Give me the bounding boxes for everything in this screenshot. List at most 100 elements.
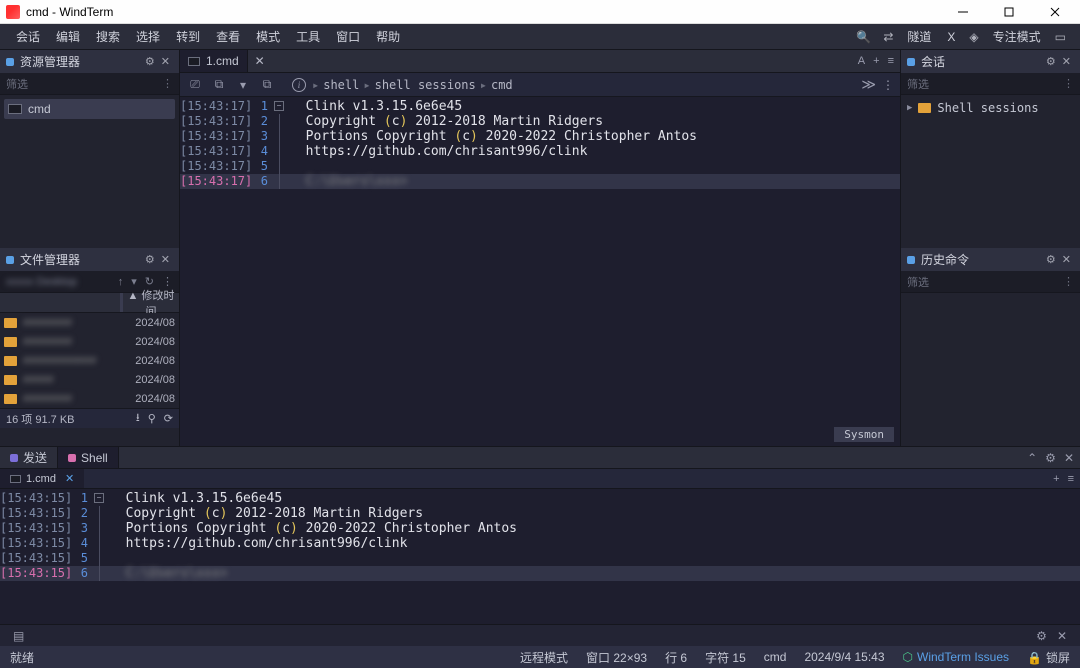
- menu-item[interactable]: 编辑: [48, 28, 88, 45]
- sync-icon[interactable]: ⟳: [164, 412, 173, 425]
- font-a-icon[interactable]: A: [858, 55, 865, 67]
- tab-cmd[interactable]: 1.cmd: [180, 50, 248, 72]
- close-button[interactable]: [1032, 1, 1078, 23]
- menu-icon[interactable]: ≡: [888, 55, 894, 67]
- terminal-icon: [188, 57, 200, 66]
- tab-send[interactable]: 发送: [0, 447, 58, 468]
- close-icon[interactable]: ✕: [158, 253, 173, 266]
- layout-icon[interactable]: ▭: [1049, 30, 1072, 44]
- duplicate-icon[interactable]: ⧉: [258, 77, 276, 92]
- search-icon[interactable]: 🔍: [850, 30, 877, 44]
- sessions-panel-header: 会话 ⚙ ✕: [901, 50, 1080, 73]
- close-icon[interactable]: ✕: [1064, 451, 1074, 465]
- menu-icon[interactable]: ≡: [1068, 473, 1074, 485]
- new-tab-icon[interactable]: ⧉: [210, 77, 228, 92]
- terminal-main[interactable]: [15:43:17]1− Clink v1.3.15.6e6e45[15:43:…: [180, 97, 900, 446]
- subtab-cmd[interactable]: 1.cmd ✕: [0, 469, 84, 488]
- more-icon[interactable]: ⋮: [1063, 77, 1074, 90]
- history-nav-icon[interactable]: ⎚: [186, 77, 204, 92]
- close-icon[interactable]: ✕: [158, 55, 173, 68]
- plug-icon: ⬡: [903, 650, 913, 664]
- sysmon-badge[interactable]: Sysmon: [834, 427, 894, 442]
- menu-item[interactable]: 模式: [248, 28, 288, 45]
- transfer-in-icon[interactable]: ⭳: [136, 409, 140, 428]
- tunnel-label[interactable]: 隧道: [899, 28, 939, 45]
- plus-icon[interactable]: +: [1053, 473, 1059, 485]
- menu-item[interactable]: 会话: [8, 28, 48, 45]
- terminal-line: [15:43:15]2 Copyright (c) 2012-2018 Mart…: [0, 506, 1080, 521]
- session-tree-item[interactable]: ▶ Shell sessions: [907, 99, 1074, 117]
- status-remote[interactable]: 远程模式: [520, 649, 568, 666]
- file-row[interactable]: ########2024/08: [0, 389, 179, 408]
- file-row[interactable]: ########2024/08: [0, 313, 179, 332]
- terminal-line: [15:43:15]5: [0, 551, 1080, 566]
- collapse-icon[interactable]: ⌃: [1027, 451, 1037, 465]
- menu-item[interactable]: 转到: [168, 28, 208, 45]
- more-icon[interactable]: ⋮: [162, 77, 173, 90]
- history-filter[interactable]: 筛选 ⋮: [901, 271, 1080, 293]
- breadcrumb[interactable]: ▸ shell ▸ shell sessions ▸ cmd: [312, 78, 855, 92]
- chevron-right-icon[interactable]: ≫: [861, 76, 876, 93]
- close-icon[interactable]: ✕: [1059, 55, 1074, 68]
- x-label[interactable]: X: [939, 30, 963, 44]
- menu-item[interactable]: 窗口: [328, 28, 368, 45]
- menu-item[interactable]: 帮助: [368, 28, 408, 45]
- statusbar: 就绪 远程模式 窗口 22×93 行 6 字符 15 cmd 2024/9/4 …: [0, 646, 1080, 668]
- focus-mode-label[interactable]: 专注模式: [985, 28, 1049, 45]
- plus-icon[interactable]: +: [873, 55, 879, 67]
- info-icon[interactable]: i: [292, 78, 306, 92]
- gear-icon[interactable]: ⚙: [1045, 451, 1056, 465]
- file-row[interactable]: ########2024/08: [0, 332, 179, 351]
- terminal-bottom[interactable]: [15:43:15]1− Clink v1.3.15.6e6e45[15:43:…: [0, 489, 1080, 624]
- pin-icon[interactable]: ⚲: [148, 412, 156, 425]
- terminal-line: [15:43:15]1− Clink v1.3.15.6e6e45: [0, 491, 1080, 506]
- focus-icon[interactable]: ◈: [963, 30, 984, 44]
- terminal-toolbar: ⎚ ⧉ ▾ ⧉ i ▸ shell ▸ shell sessions ▸ cmd…: [180, 73, 900, 97]
- app-icon: [6, 5, 20, 19]
- menu-item[interactable]: 搜索: [88, 28, 128, 45]
- gear-icon[interactable]: ⚙: [142, 253, 158, 266]
- dot-icon: [68, 454, 76, 462]
- status-chars: 字符 15: [705, 649, 746, 666]
- minimize-button[interactable]: [940, 1, 986, 23]
- sessions-filter[interactable]: 筛选 ⋮: [901, 73, 1080, 95]
- menu-item[interactable]: 选择: [128, 28, 168, 45]
- tab-shell[interactable]: Shell: [58, 447, 119, 468]
- menu-item[interactable]: 查看: [208, 28, 248, 45]
- explorer-filter[interactable]: 筛选 ⋮: [0, 73, 179, 95]
- sessions-title: 会话: [921, 53, 1043, 70]
- menubar: 会话编辑搜索选择转到查看模式工具窗口帮助 🔍 ⇄ 隧道 X ◈ 专注模式 ▭: [0, 24, 1080, 50]
- gear-icon[interactable]: ⚙: [142, 55, 158, 68]
- file-row[interactable]: ############2024/08: [0, 351, 179, 370]
- folder-icon: [4, 394, 17, 404]
- history-title: 历史命令: [921, 251, 1043, 268]
- more-icon[interactable]: ⋮: [1063, 275, 1074, 288]
- close-icon[interactable]: ✕: [1052, 629, 1072, 643]
- menu-item[interactable]: 工具: [288, 28, 328, 45]
- panel-dot-icon: [907, 58, 915, 66]
- close-icon[interactable]: ✕: [65, 472, 74, 485]
- file-row[interactable]: #####2024/08: [0, 370, 179, 389]
- terminal-line: [15:43:15]4 https://github.com/chrisant9…: [0, 536, 1080, 551]
- window-title: cmd - WindTerm: [26, 5, 940, 19]
- status-issues-link[interactable]: ⬡WindTerm Issues: [903, 650, 1010, 664]
- output-icon[interactable]: ▤: [8, 629, 29, 643]
- gear-icon[interactable]: ⚙: [1031, 629, 1052, 643]
- folder-icon: [4, 356, 17, 366]
- maximize-button[interactable]: [986, 1, 1032, 23]
- status-datetime: 2024/9/4 15:43: [804, 650, 884, 664]
- terminal-line: [15:43:17]3 Portions Copyright (c) 2020-…: [180, 129, 900, 144]
- status-line: 行 6: [665, 649, 687, 666]
- explorer-item-cmd[interactable]: cmd: [4, 99, 175, 119]
- gear-icon[interactable]: ⚙: [1043, 253, 1059, 266]
- terminal-line: [15:43:17]2 Copyright (c) 2012-2018 Mart…: [180, 114, 900, 129]
- close-icon[interactable]: ✕: [1059, 253, 1074, 266]
- status-lock[interactable]: 🔒锁屏: [1027, 649, 1070, 666]
- bottom-tabbar: 发送 Shell ⌃ ⚙ ✕: [0, 447, 1080, 469]
- status-session: cmd: [764, 650, 787, 664]
- down-icon[interactable]: ▾: [234, 78, 252, 92]
- tunnel-icon[interactable]: ⇄: [877, 30, 899, 44]
- more-icon[interactable]: ⋮: [882, 78, 894, 92]
- gear-icon[interactable]: ⚙: [1043, 55, 1059, 68]
- tab-close-button[interactable]: ✕: [248, 50, 272, 72]
